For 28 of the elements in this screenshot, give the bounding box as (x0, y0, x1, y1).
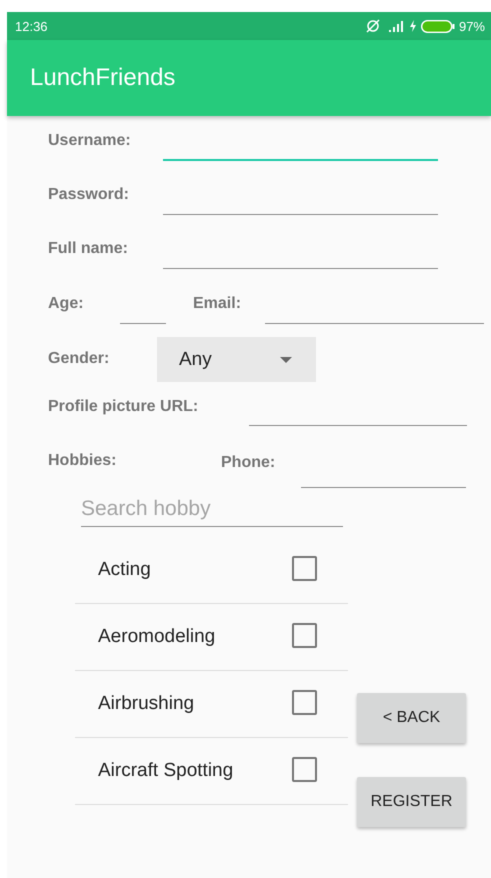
gender-dropdown[interactable]: Any (157, 337, 316, 382)
dropdown-arrow-icon (280, 356, 292, 362)
charging-icon (408, 20, 417, 32)
field-label: Password: (48, 186, 130, 204)
field-label: Hobbies: (48, 452, 118, 470)
field-label: Full name: (48, 240, 130, 258)
register-button[interactable]: REGISTER (357, 777, 466, 827)
search-field[interactable]: Search hobby (81, 492, 343, 527)
field-label: Username: (48, 132, 132, 150)
checkbox[interactable] (292, 756, 317, 782)
checkbox[interactable] (292, 690, 317, 714)
signal-icon (388, 20, 404, 32)
field-label: Gender: (48, 350, 110, 368)
hobby-item[interactable]: Airbrushing (75, 671, 348, 738)
checkbox[interactable] (292, 556, 317, 580)
hobby-item[interactable]: Acting (75, 537, 348, 604)
checkbox[interactable] (292, 622, 317, 648)
hobby-item[interactable]: Aeromodeling (75, 604, 348, 671)
app-title: LunchFriends (30, 64, 176, 92)
field-label: Age: (48, 295, 85, 313)
field-label: Phone: (221, 454, 276, 472)
hobby-item[interactable]: Aircraft Spotting (75, 738, 348, 805)
battery-percent: 97% (458, 18, 485, 34)
battery-icon (420, 20, 455, 32)
back-button[interactable]: < BACK (357, 693, 466, 743)
status-time: 12:36 (15, 18, 48, 34)
field-label: Profile picture URL: (48, 398, 200, 416)
field-label: Email: (193, 295, 242, 313)
